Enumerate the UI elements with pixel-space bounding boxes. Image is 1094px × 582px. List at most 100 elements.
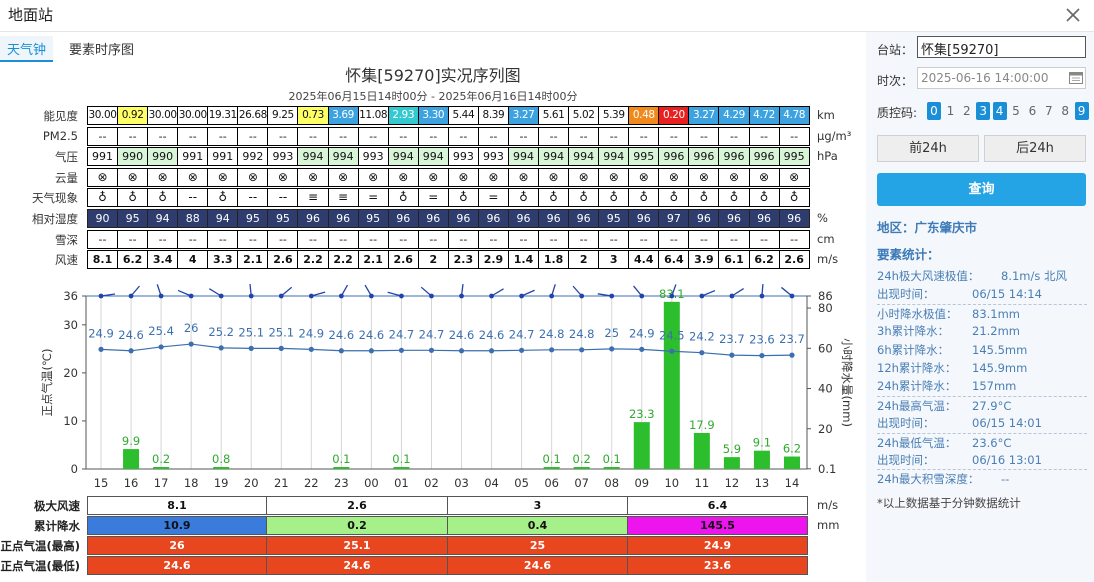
x-tick-label: 22 xyxy=(303,476,319,490)
table-cell: -- xyxy=(568,229,600,249)
stat-key: 3h累计降水： xyxy=(877,324,950,339)
table-cell: -- xyxy=(147,126,179,146)
x-tick-label: 00 xyxy=(364,476,379,490)
table-cell: -- xyxy=(267,126,299,146)
table-cell: ♁ xyxy=(718,188,750,208)
table-cell: 90 xyxy=(87,209,119,228)
x-tick-label: 23 xyxy=(334,476,349,490)
summary-cell: 0.4 xyxy=(447,516,628,535)
summary-cell: 25.1 xyxy=(266,536,448,555)
table-cell: 8.39 xyxy=(477,106,509,125)
close-icon[interactable] xyxy=(1062,4,1084,26)
calendar-icon[interactable] xyxy=(1069,71,1083,84)
precip-label: 17.9 xyxy=(689,418,715,432)
stat-value: 21.2mm xyxy=(972,324,1021,339)
stat-row: 24h最大积雪深度： -- xyxy=(877,469,1087,487)
table-cell: -- xyxy=(207,229,239,249)
table-cell: 2.93 xyxy=(387,106,419,125)
tab-weather-clock[interactable]: 天气钟 xyxy=(0,36,54,62)
precip-label: 0.1 xyxy=(542,452,560,466)
table-cell: 2.6 xyxy=(267,250,299,270)
x-tick-label: 20 xyxy=(243,476,259,490)
summary-cell: 24.6 xyxy=(447,556,628,575)
precip-bar xyxy=(633,422,650,469)
table-cell: -- xyxy=(748,126,780,146)
wind-barb xyxy=(633,285,643,297)
table-cell: 991 xyxy=(177,147,209,167)
table-cell: 95 xyxy=(598,209,630,228)
query-button[interactable]: 查询 xyxy=(877,173,1086,206)
temp-point xyxy=(278,345,284,351)
temp-label: 24.7 xyxy=(389,327,415,341)
next-24h-button[interactable]: 后24h xyxy=(984,135,1086,162)
table-cell: 996 xyxy=(688,147,720,167)
table-cell: -- xyxy=(628,229,660,249)
table-cell: ≡ xyxy=(327,188,359,208)
table-cell: 2.6 xyxy=(778,250,810,270)
qc-code-2[interactable]: 2 xyxy=(960,102,974,120)
summary-cell: 0.2 xyxy=(266,516,448,535)
region-label: 地区：广东肇庆市 xyxy=(877,220,978,235)
table-cell: ⊗ xyxy=(447,167,479,187)
temp-label: 24.9 xyxy=(88,326,114,340)
temp-label: 24.6 xyxy=(118,328,144,342)
wind-barb xyxy=(521,289,535,297)
table-cell: 96 xyxy=(327,209,359,228)
y-tick-label-right: 86 xyxy=(818,289,833,303)
x-tick-label: 14 xyxy=(784,476,800,490)
qc-code-4[interactable]: 4 xyxy=(992,102,1007,120)
table-cell: -- xyxy=(357,229,389,249)
table-cell: 994 xyxy=(568,147,600,167)
table-cell: 2.1 xyxy=(237,250,269,270)
qc-code-1[interactable]: 1 xyxy=(943,102,957,120)
qc-code-6[interactable]: 6 xyxy=(1025,102,1039,120)
stat-row: 小时降水极值： 83.1mm xyxy=(877,303,1087,322)
table-cell: -- xyxy=(538,126,570,146)
temp-label: 25.1 xyxy=(238,325,264,339)
precip-label: 0.1 xyxy=(392,452,410,466)
precip-label: 0.1 xyxy=(332,452,350,466)
temp-point xyxy=(188,341,194,347)
tab-element-series[interactable]: 要素时序图 xyxy=(62,36,141,62)
summary-cell: 3 xyxy=(447,496,628,515)
qc-code-9[interactable]: 9 xyxy=(1074,102,1089,120)
table-cell: 11.08 xyxy=(357,106,389,125)
qc-code-8[interactable]: 8 xyxy=(1058,102,1072,120)
summary-cell: 24.6 xyxy=(87,556,267,575)
table-cell: = xyxy=(477,188,509,208)
table-cell: -- xyxy=(267,229,299,249)
table-cell: 994 xyxy=(507,147,540,167)
qc-code-5[interactable]: 5 xyxy=(1009,102,1023,120)
table-cell: -- xyxy=(177,126,209,146)
station-field[interactable]: 怀集[59270] xyxy=(917,36,1086,58)
time-field[interactable]: 2025-06-16 14:00:00 xyxy=(917,67,1086,89)
qc-code-0[interactable]: 0 xyxy=(927,102,941,120)
row-label: 雪深 xyxy=(55,232,78,247)
temp-point xyxy=(338,348,344,354)
temp-label: 25 xyxy=(604,326,619,340)
prev-24h-button[interactable]: 前24h xyxy=(877,135,979,162)
x-tick-label: 04 xyxy=(484,476,499,490)
wind-barb xyxy=(340,284,349,297)
table-cell: 996 xyxy=(748,147,780,167)
table-cell: 5.44 xyxy=(447,106,479,125)
table-cell: -- xyxy=(177,229,209,249)
table-cell: 2.2 xyxy=(297,250,329,270)
temp-label: 25.2 xyxy=(208,325,234,339)
x-tick-label: 11 xyxy=(694,476,710,490)
table-cell: -- xyxy=(117,126,149,146)
qc-code-3[interactable]: 3 xyxy=(976,102,991,120)
stat-key: 小时降水极值： xyxy=(877,306,958,321)
table-cell: ⊗ xyxy=(507,167,540,187)
table-cell: 3.4 xyxy=(147,250,179,270)
row-label: 云量 xyxy=(55,170,78,185)
summary-cell: 24.6 xyxy=(266,556,448,575)
y-tick-label-right: 0.1 xyxy=(818,462,836,476)
x-tick-label: 21 xyxy=(273,476,289,490)
stat-row: 12h累计降水： 145.9mm xyxy=(877,359,1087,377)
stat-key: 24h最大积雪深度： xyxy=(877,472,980,487)
stat-key: 24h最低气温： xyxy=(877,435,957,450)
qc-code-7[interactable]: 7 xyxy=(1042,102,1056,120)
table-cell: -- xyxy=(477,229,509,249)
row-label: 气压 xyxy=(55,150,78,165)
